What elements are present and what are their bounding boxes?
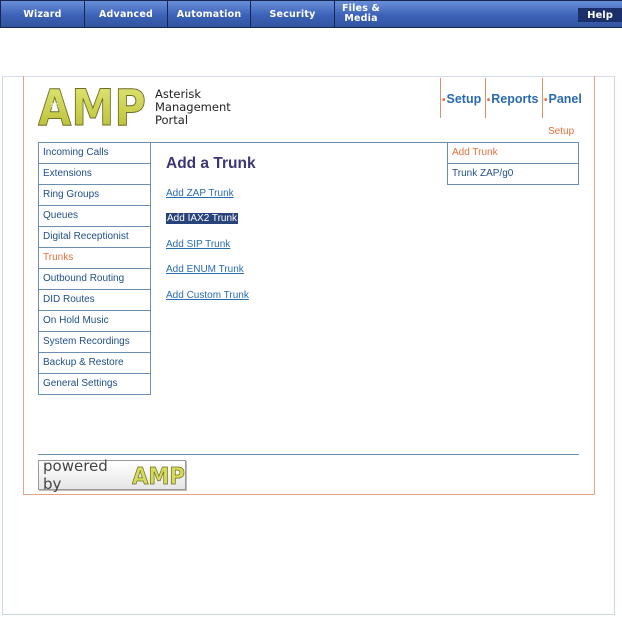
tab-security-label: Security: [269, 8, 316, 20]
portal-title: Asterisk Management Portal: [155, 88, 231, 127]
tab-automation[interactable]: Automation: [167, 0, 251, 28]
bullet-icon: •: [486, 95, 491, 106]
sidebar-item-trunks[interactable]: Trunks: [39, 248, 150, 269]
bullet-icon: •: [442, 95, 446, 106]
powered-by-text: powered by: [43, 457, 108, 493]
page-title: Add a Trunk: [166, 155, 256, 172]
help-button[interactable]: Help: [578, 8, 622, 22]
nav-panel-link[interactable]: Panel: [548, 92, 581, 106]
add-custom-trunk-link[interactable]: Add Custom Trunk: [166, 290, 249, 301]
section-label: Setup: [548, 126, 575, 137]
nav-reports-link[interactable]: Reports: [491, 92, 538, 106]
sidebar-item-queues[interactable]: Queues: [39, 206, 150, 227]
nav-divider: [484, 78, 486, 118]
nav-divider: [440, 78, 441, 118]
trunk-list-panel: Add Trunk Trunk ZAP/g0: [447, 142, 579, 185]
add-sip-trunk-link[interactable]: Add SIP Trunk: [166, 239, 230, 250]
sidebar-item-outbound-routing[interactable]: Outbound Routing: [39, 269, 150, 290]
trunk-list-item[interactable]: Trunk ZAP/g0: [448, 164, 578, 185]
sidebar-nav: Incoming Calls Extensions Ring Groups Qu…: [38, 142, 151, 395]
trunk-list-add-trunk[interactable]: Add Trunk: [448, 143, 578, 164]
sidebar-item-incoming-calls[interactable]: Incoming Calls: [39, 143, 150, 164]
amp-logo: AMP *: [38, 84, 146, 128]
amp-small-logo: AMP: [132, 464, 185, 486]
help-label: Help: [587, 9, 613, 21]
sidebar-item-system-recordings[interactable]: System Recordings: [39, 332, 150, 353]
add-zap-trunk-link[interactable]: Add ZAP Trunk: [166, 188, 234, 199]
add-iax2-trunk-link[interactable]: Add IAX2 Trunk: [166, 213, 239, 224]
sidebar-item-ring-groups[interactable]: Ring Groups: [39, 185, 150, 206]
svg-text:AMP: AMP: [132, 464, 185, 486]
top-nav: •Setup •Reports •Panel: [440, 78, 582, 118]
nav-setup-link[interactable]: Setup: [447, 92, 482, 106]
tab-wizard[interactable]: Wizard: [0, 0, 85, 28]
footer-rule: [38, 454, 579, 455]
powered-by-amp-badge[interactable]: powered by AMP: [38, 457, 186, 493]
tab-files-media-label: Files & Media: [341, 3, 381, 24]
tab-advanced-label: Advanced: [99, 8, 153, 20]
tab-wizard-label: Wizard: [23, 8, 62, 20]
content-top-rule: [150, 142, 448, 143]
sidebar-item-extensions[interactable]: Extensions: [39, 164, 150, 185]
sidebar-item-on-hold-music[interactable]: On Hold Music: [39, 311, 150, 332]
portal-title-line-3: Portal: [155, 113, 189, 127]
tab-security[interactable]: Security: [250, 0, 335, 28]
nav-divider: [541, 78, 543, 118]
sidebar-item-did-routes[interactable]: DID Routes: [39, 290, 150, 311]
sidebar-item-backup-restore[interactable]: Backup & Restore: [39, 353, 150, 374]
tab-files-media[interactable]: Files & Media: [334, 0, 419, 28]
tab-automation-label: Automation: [176, 8, 242, 20]
sidebar-item-digital-receptionist[interactable]: Digital Receptionist: [39, 227, 150, 248]
bullet-icon: •: [543, 95, 548, 106]
tab-advanced[interactable]: Advanced: [84, 0, 168, 28]
add-enum-trunk-link[interactable]: Add ENUM Trunk: [166, 264, 244, 275]
sidebar-item-general-settings[interactable]: General Settings: [39, 374, 150, 395]
top-toolbar: Wizard Advanced Automation Security File…: [0, 0, 622, 28]
svg-text:*: *: [51, 101, 58, 116]
